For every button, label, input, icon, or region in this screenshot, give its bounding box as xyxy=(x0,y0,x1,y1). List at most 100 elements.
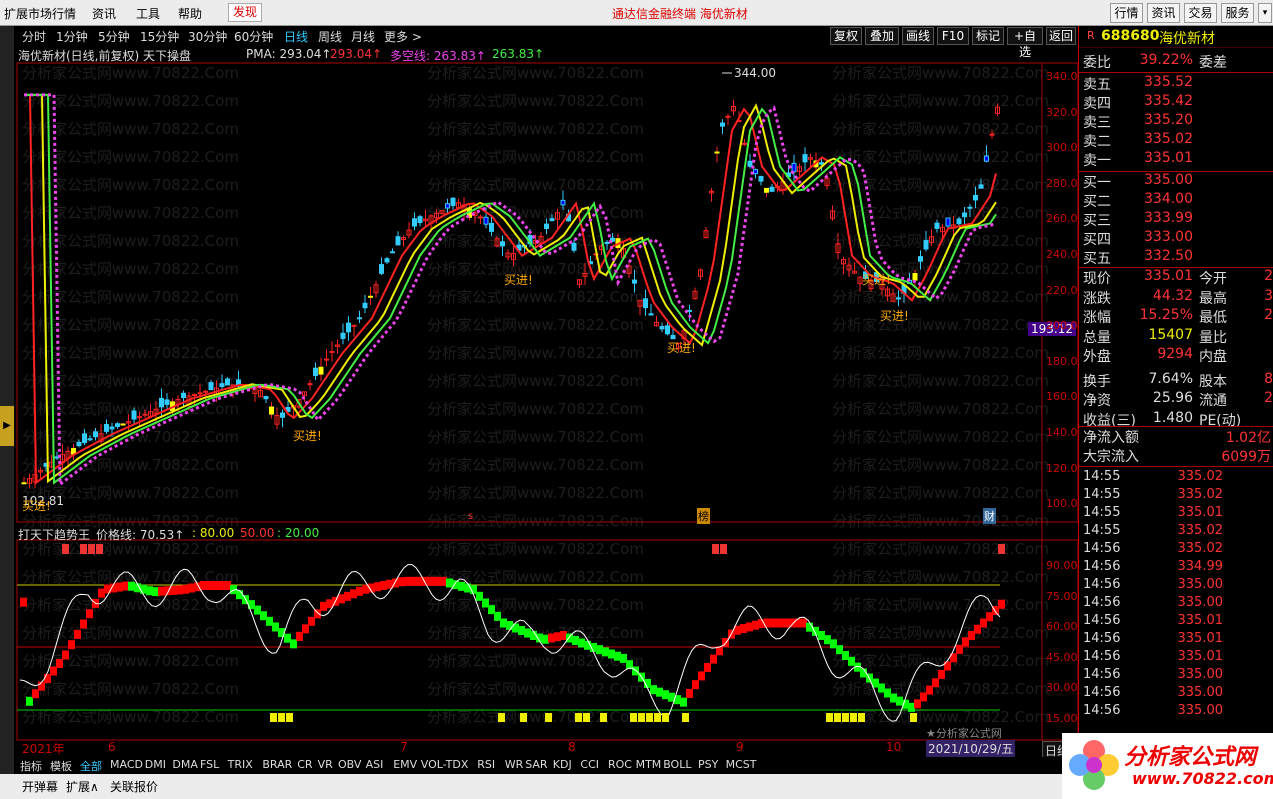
candle-body xyxy=(263,396,269,400)
tab-dma[interactable]: DMA xyxy=(172,758,198,771)
tab-vol-tdx[interactable]: VOL-TDX xyxy=(421,758,469,771)
stat-value: 9294 xyxy=(1157,346,1193,362)
candle-body xyxy=(962,212,967,218)
trend-step xyxy=(560,631,567,640)
tick-row: 14:56 335.02 xyxy=(1083,541,1273,560)
tab-全部[interactable]: 全部 xyxy=(80,758,102,774)
tab-mcst[interactable]: MCST xyxy=(726,758,757,771)
kline-chart[interactable] xyxy=(0,0,1078,757)
trend-step xyxy=(74,629,81,639)
trend-step xyxy=(254,605,261,615)
btn-quote[interactable]: 行情 xyxy=(1110,3,1143,23)
tab-fsl[interactable]: FSL xyxy=(200,758,219,771)
x-tick-label: 9 xyxy=(736,740,744,754)
tab-obv[interactable]: OBV xyxy=(338,758,361,771)
trend-step xyxy=(176,585,183,595)
tick-row: 14:56 335.00 xyxy=(1083,667,1273,686)
trend-step xyxy=(140,584,147,594)
tick-row: 14:56 335.01 xyxy=(1083,631,1273,650)
tab-roc[interactable]: ROC xyxy=(608,758,632,771)
trend-step xyxy=(608,649,615,659)
buy-label: 买五 xyxy=(1083,251,1111,267)
tab-psy[interactable]: PSY xyxy=(698,758,718,771)
tab-指标[interactable]: 指标 xyxy=(20,758,42,774)
tab-cci[interactable]: CCI xyxy=(580,758,599,771)
signal-bottom-block xyxy=(520,713,527,722)
stat-value: 25.96 xyxy=(1152,390,1193,406)
trend-step xyxy=(116,582,123,592)
tab-trix[interactable]: TRIX xyxy=(228,758,253,771)
tab-vr[interactable]: VR xyxy=(318,758,333,771)
tick-time: 14:56 xyxy=(1083,577,1121,592)
btn-related-quote[interactable]: 关联报价 xyxy=(110,778,158,795)
tab-kdj[interactable]: KDJ xyxy=(553,758,572,771)
buy-signal-5: 买进! xyxy=(880,309,909,323)
candle-body xyxy=(417,216,423,224)
trend-step xyxy=(170,585,177,595)
trend-step xyxy=(404,576,411,586)
trend-step xyxy=(920,692,927,702)
tab-mtm[interactable]: MTM xyxy=(636,758,662,771)
tab-模板[interactable]: 模板 xyxy=(50,758,72,774)
signal-bottom-block xyxy=(910,713,917,722)
tab-macd[interactable]: MACD xyxy=(110,758,143,771)
tick-time: 14:55 xyxy=(1083,523,1121,538)
x-tick-label: 7 xyxy=(400,740,408,754)
candle-body xyxy=(340,332,346,339)
candle-body xyxy=(819,162,824,165)
buy-row: 买一 335.00 xyxy=(1083,172,1273,191)
tick-time: 14:56 xyxy=(1083,613,1121,628)
trend-step xyxy=(440,576,447,586)
signal-bottom-block xyxy=(842,713,849,722)
y-tick-label: 340.0 xyxy=(1046,70,1078,83)
trend-step xyxy=(284,633,291,643)
btn-news[interactable]: 资讯 xyxy=(1147,3,1180,23)
weibi-row: 委比 39.22% 委差 xyxy=(1083,52,1273,71)
tab-wr[interactable]: WR xyxy=(505,758,524,771)
tick-row: 14:55 335.01 xyxy=(1083,505,1273,524)
signal-bottom-block xyxy=(646,713,653,722)
candle-body xyxy=(956,218,962,225)
btn-service[interactable]: 服务 xyxy=(1221,3,1254,23)
stat-value2: 2 xyxy=(1264,390,1273,406)
tab-dmi[interactable]: DMI xyxy=(145,758,166,771)
quote-panel: R 688680 海优新材 委比 39.22% 委差 卖五 335.52 卖四 335… xyxy=(1078,26,1273,774)
menu-arrow-icon[interactable]: ▾ xyxy=(1258,3,1272,23)
tick-time: 14:56 xyxy=(1083,595,1121,610)
tab-brar[interactable]: BRAR xyxy=(262,758,292,771)
btn-expand[interactable]: 扩展∧ xyxy=(66,778,99,795)
tab-sar[interactable]: SAR xyxy=(525,758,547,771)
candle-body xyxy=(318,366,324,375)
tab-boll[interactable]: BOLL xyxy=(663,758,691,771)
sell-label: 卖二 xyxy=(1083,134,1111,150)
tab-rsi[interactable]: RSI xyxy=(477,758,495,771)
tab-cr[interactable]: CR xyxy=(297,758,312,771)
buy-price: 332.50 xyxy=(1144,248,1193,264)
marker-cai[interactable]: 财 xyxy=(983,508,996,524)
tick-row: 14:56 335.00 xyxy=(1083,703,1273,722)
trend-step xyxy=(98,588,105,598)
tick-price: 335.00 xyxy=(1177,577,1224,592)
marker-s[interactable]: s xyxy=(468,511,473,522)
tick-time: 14:56 xyxy=(1083,541,1121,556)
candle-body xyxy=(912,273,918,281)
duokong-label: 多空线: 263.83↑ xyxy=(390,49,486,63)
stat-row: 换手 7.64% 股本 8 xyxy=(1083,371,1273,390)
stock-code: 688680 xyxy=(1101,28,1160,44)
tab-asi[interactable]: ASI xyxy=(366,758,384,771)
candle-body xyxy=(984,155,989,162)
marker-bang[interactable]: 榜 xyxy=(697,508,710,524)
trend-step xyxy=(296,631,303,641)
signal-top-block xyxy=(712,544,719,554)
candle-body xyxy=(445,203,450,209)
candle-body xyxy=(758,175,764,182)
btn-danmu[interactable]: 开弹幕 xyxy=(22,778,58,795)
candle-body xyxy=(104,424,109,432)
tick-row: 14:56 335.00 xyxy=(1083,577,1273,596)
tab-emv[interactable]: EMV xyxy=(393,758,417,771)
btn-trade[interactable]: 交易 xyxy=(1184,3,1217,23)
trend-step xyxy=(908,702,915,712)
trend-step xyxy=(218,581,225,590)
candle-body xyxy=(764,187,769,193)
candle-body xyxy=(197,392,203,395)
